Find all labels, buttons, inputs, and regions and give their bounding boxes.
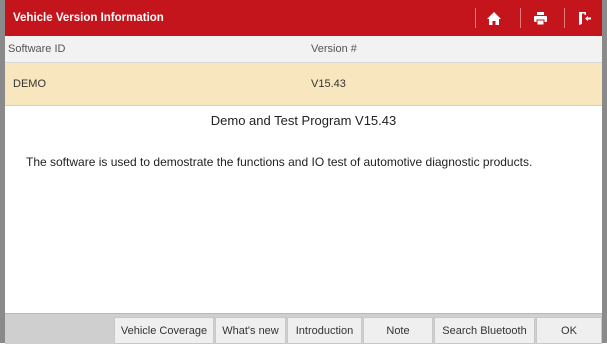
app-window: Vehicle Version Information Software ID … (0, 0, 607, 344)
program-description: The software is used to demostrate the f… (26, 155, 533, 169)
cell-software-id: DEMO (13, 78, 46, 90)
introduction-button[interactable]: Introduction (287, 317, 362, 344)
toolbar-divider (564, 8, 565, 28)
exit-icon (578, 11, 591, 25)
exit-button[interactable] (566, 0, 602, 36)
whats-new-button[interactable]: What's new (215, 317, 286, 344)
footer-toolbar: Vehicle Coverage What's new Introduction… (5, 313, 602, 344)
title-bar: Vehicle Version Information (5, 0, 602, 36)
search-bluetooth-button[interactable]: Search Bluetooth (434, 317, 535, 344)
printer-icon (533, 11, 547, 25)
ok-button[interactable]: OK (536, 317, 602, 344)
column-header-software-id: Software ID (8, 43, 66, 55)
column-header-version: Version # (311, 43, 357, 55)
home-button[interactable] (476, 0, 512, 36)
program-heading: Demo and Test Program V15.43 (210, 113, 397, 128)
table-header: Software ID Version # (5, 36, 602, 63)
table-row[interactable]: DEMO V15.43 (5, 63, 602, 106)
home-icon (487, 11, 501, 25)
vehicle-coverage-button[interactable]: Vehicle Coverage (114, 317, 214, 344)
cell-version: V15.43 (311, 78, 346, 90)
note-button[interactable]: Note (363, 317, 433, 344)
print-button[interactable] (522, 0, 558, 36)
toolbar-divider (520, 8, 521, 28)
window-title: Vehicle Version Information (13, 12, 164, 24)
